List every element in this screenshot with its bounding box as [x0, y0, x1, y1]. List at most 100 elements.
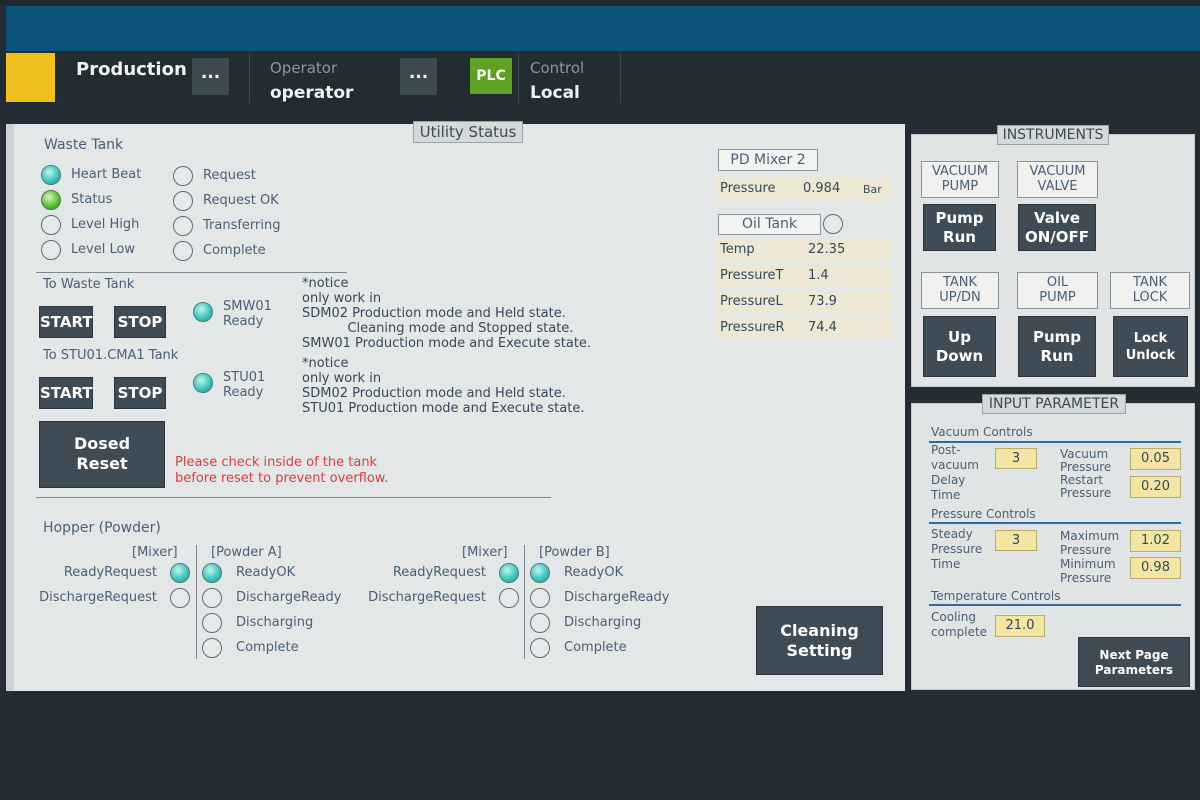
- header-divider: [249, 53, 250, 103]
- hopper-mixer-label: ReadyRequest: [392, 565, 486, 580]
- next-page-parameters-button[interactable]: Next Page Parameters: [1078, 637, 1190, 687]
- vacuum-valve-onoff-button[interactable]: Valve ON/OFF: [1018, 204, 1096, 251]
- control-caption: Control: [530, 59, 585, 77]
- waste-tank-label: Request: [203, 168, 256, 183]
- oil-pump-run-button[interactable]: Pump Run: [1018, 316, 1096, 377]
- hopper-mixer-led: [499, 588, 519, 608]
- hopper-a-separator: [196, 545, 197, 659]
- waste-tank-led: [173, 241, 193, 261]
- oil-tank-row-value: 1.4: [808, 268, 829, 283]
- post-vacuum-label: Post- vacuum Delay Time: [931, 443, 979, 502]
- stu01-ready-led: [193, 373, 213, 393]
- instruments-title: INSTRUMENTS: [997, 125, 1109, 145]
- hopper-a-powder-header: [Powder A]: [211, 545, 282, 560]
- steady-pressure-label: Steady Pressure Time: [931, 527, 983, 571]
- waste-tank-title: Waste Tank: [44, 137, 124, 153]
- hopper-powder-label: Complete: [564, 640, 627, 655]
- hopper-powder-label: Complete: [236, 640, 299, 655]
- cooling-complete-input[interactable]: 21.0: [995, 615, 1045, 637]
- vacuum-pump-run-button[interactable]: Pump Run: [923, 204, 996, 251]
- vac-pressure-restart-label: Vacuum Pressure Restart Pressure: [1060, 447, 1112, 500]
- hopper-powder-label: ReadyOK: [564, 565, 624, 580]
- hopper-powder-label: Discharging: [564, 615, 642, 630]
- waste-tank-led: [173, 166, 193, 186]
- waste-tank-label: Level Low: [71, 242, 136, 257]
- steady-pressure-input[interactable]: 3: [995, 530, 1037, 551]
- pd-pressure-value: 0.984: [803, 181, 841, 196]
- waste-tank-label: Status: [71, 192, 113, 207]
- alarm-indicator[interactable]: [6, 53, 55, 102]
- stu01-stop-button[interactable]: STOP: [114, 377, 166, 409]
- hopper-mixer-led: [170, 588, 190, 608]
- pd-pressure-label: Pressure: [720, 181, 776, 196]
- stu01-notice: *notice only work in SDM02 Production mo…: [302, 356, 585, 416]
- waste-notice: *notice only work in SDM02 Production mo…: [302, 276, 592, 351]
- waste-tank-label: Request OK: [203, 193, 279, 208]
- oil-tank-row-label: Temp: [720, 242, 755, 257]
- waste-stop-button[interactable]: STOP: [114, 306, 166, 338]
- oil-tank-row-label: PressureL: [720, 294, 783, 309]
- tank-lock-label: TANK LOCK: [1110, 272, 1190, 309]
- temperature-controls-rule: [929, 604, 1181, 606]
- smw01-ready-label: SMW01 Ready: [223, 299, 272, 329]
- waste-tank-label: Complete: [203, 243, 266, 258]
- divider: [36, 497, 551, 498]
- hopper-powder-led: [530, 563, 550, 583]
- waste-start-button[interactable]: START: [39, 306, 93, 338]
- temperature-controls-title: Temperature Controls: [931, 589, 1061, 603]
- tank-lock-unlock-button[interactable]: Lock Unlock: [1113, 316, 1188, 377]
- to-stu01-title: To STU01.CMA1 Tank: [43, 348, 179, 363]
- cooling-complete-label: Cooling complete: [931, 610, 988, 639]
- hopper-b-separator: [524, 545, 525, 659]
- tank-up-down-button[interactable]: Up Down: [923, 316, 996, 377]
- utility-status-title: Utility Status: [413, 121, 523, 143]
- dosed-reset-button[interactable]: Dosed Reset: [39, 421, 165, 488]
- hopper-powder-label: ReadyOK: [236, 565, 296, 580]
- vacuum-controls-title: Vacuum Controls: [931, 425, 1033, 439]
- mode-label: Production: [76, 59, 187, 80]
- oil-tank-row-value: 22.35: [808, 242, 846, 257]
- hopper-powder-led: [202, 638, 222, 658]
- pd-mixer-title: PD Mixer 2: [718, 149, 818, 171]
- hopper-powder-label: DischargeReady: [236, 590, 342, 605]
- restart-pressure-input[interactable]: 0.20: [1130, 476, 1181, 498]
- waste-tank-label: Transferring: [203, 218, 281, 233]
- hopper-mixer-label: DischargeRequest: [368, 590, 486, 605]
- max-pressure-input[interactable]: 1.02: [1130, 530, 1181, 552]
- pd-mixer-pressure-row: Pressure 0.984 Bar: [716, 177, 892, 202]
- hopper-powder-led: [202, 588, 222, 608]
- oil-tank-row-label: PressureR: [720, 320, 785, 335]
- operator-more-button[interactable]: ...: [400, 58, 437, 95]
- hopper-powder-led: [202, 563, 222, 583]
- title-bar: [6, 6, 1200, 51]
- input-parameter-title: INPUT PARAMETER: [982, 394, 1126, 414]
- stu01-start-button[interactable]: START: [39, 377, 93, 409]
- hopper-powder-label: DischargeReady: [564, 590, 670, 605]
- control-value: Local: [530, 83, 580, 103]
- pressure-controls-rule: [929, 522, 1181, 524]
- reset-warning: Please check inside of the tank before r…: [175, 455, 389, 486]
- smw01-ready-led: [193, 302, 213, 322]
- hopper-powder-label: Discharging: [236, 615, 314, 630]
- oil-tank-title: Oil Tank: [718, 214, 821, 235]
- hopper-b-powder-header: [Powder B]: [539, 545, 610, 560]
- post-vacuum-input[interactable]: 3: [995, 448, 1037, 469]
- vacuum-pressure-input[interactable]: 0.05: [1130, 448, 1181, 470]
- mode-more-button[interactable]: ...: [192, 58, 229, 95]
- divider: [36, 272, 347, 273]
- oil-tank-row-value: 74.4: [808, 320, 837, 335]
- oil-tank-row-label: PressureT: [720, 268, 784, 283]
- waste-tank-led: [41, 215, 61, 235]
- vacuum-pump-label: VACUUM PUMP: [921, 161, 999, 198]
- header-divider: [620, 53, 621, 103]
- hopper-mixer-led: [499, 563, 519, 583]
- cleaning-setting-button[interactable]: Cleaning Setting: [756, 606, 883, 675]
- oil-tank-row: Temp 22.35: [716, 240, 892, 262]
- hopper-mixer-label: ReadyRequest: [63, 565, 157, 580]
- pressure-controls-title: Pressure Controls: [931, 507, 1036, 521]
- min-pressure-input[interactable]: 0.98: [1130, 557, 1181, 579]
- waste-tank-led: [41, 240, 61, 260]
- hopper-mixer-led: [170, 563, 190, 583]
- tank-updn-label: TANK UP/DN: [921, 272, 999, 309]
- oil-tank-row: PressureL 73.9: [716, 292, 892, 314]
